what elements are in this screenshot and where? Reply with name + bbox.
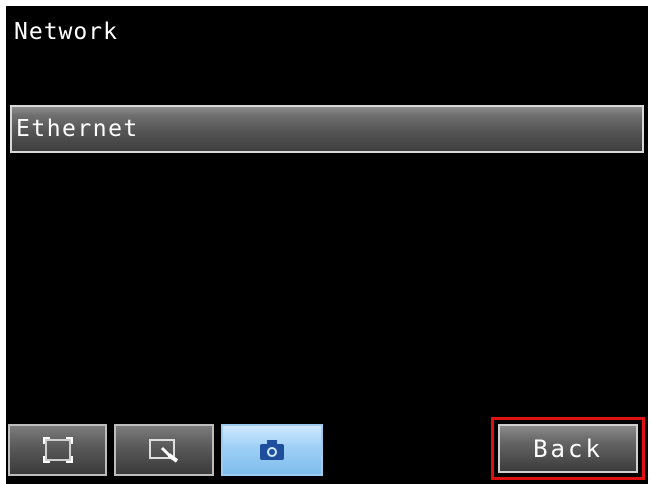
zoom-icon (149, 439, 179, 463)
frame-button[interactable] (8, 424, 107, 476)
menu-item-ethernet[interactable]: Ethernet (10, 105, 644, 153)
back-button-label: Back (498, 424, 638, 473)
network-screen: Network Ethernet (6, 6, 648, 484)
frame-icon (42, 437, 73, 463)
zoom-button[interactable] (114, 424, 214, 476)
back-button[interactable]: Back (491, 417, 645, 480)
page-title: Network (14, 19, 118, 45)
camera-icon (260, 440, 284, 460)
camera-button[interactable] (221, 424, 323, 476)
